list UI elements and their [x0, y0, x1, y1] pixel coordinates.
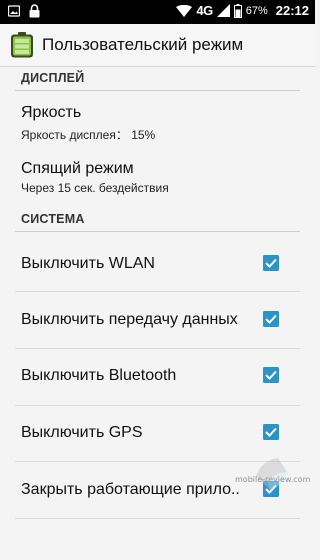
checkbox-data[interactable] [262, 310, 280, 328]
image-icon [8, 5, 20, 17]
pref-gps-label: Выключить GPS [21, 424, 143, 441]
status-left [8, 4, 40, 18]
pref-wlan-label: Выключить WLAN [21, 255, 155, 272]
checkbox-bluetooth[interactable] [262, 366, 280, 384]
checkbox-wlan[interactable] [262, 254, 280, 272]
pref-bluetooth[interactable]: Выключить Bluetooth [0, 349, 315, 405]
status-bar: 4G 67% 22:12 [0, 0, 315, 24]
pref-data-label: Выключить передачу данных [21, 311, 238, 328]
pref-brightness-summary: Яркость дисплея： 15% [21, 128, 156, 142]
section-divider-display [15, 90, 300, 91]
pref-sleep-title: Спящий режим [21, 160, 134, 177]
section-divider-system [15, 231, 300, 232]
pref-sleep[interactable]: Спящий режим Через 15 сек. бездействия [0, 152, 315, 202]
battery-app-icon[interactable] [10, 32, 34, 58]
pref-sleep-summary: Через 15 сек. бездействия [21, 181, 169, 195]
page-title: Пользовательский режим [42, 35, 244, 54]
section-header-display: ДИСПЛЕЙ [21, 71, 85, 85]
battery-icon [233, 3, 242, 18]
clock: 22:12 [275, 3, 309, 18]
app-bar: Пользовательский режим [0, 24, 315, 67]
lock-icon [29, 4, 40, 18]
pref-brightness-title: Яркость [21, 104, 82, 121]
pref-data[interactable]: Выключить передачу данных [0, 292, 315, 348]
pref-brightness[interactable]: Яркость Яркость дисплея： 15% [0, 96, 315, 146]
watermark-text: mobile-review.com [235, 475, 311, 484]
row-divider [15, 518, 300, 519]
checkbox-gps[interactable] [262, 423, 280, 441]
pref-wlan[interactable]: Выключить WLAN [0, 236, 315, 291]
status-right: 4G 67% 22:12 [176, 3, 309, 18]
section-header-system: СИСТЕМА [21, 212, 85, 226]
network-type: 4G [196, 3, 213, 18]
battery-percent: 67% [245, 4, 268, 17]
pref-bluetooth-label: Выключить Bluetooth [21, 367, 177, 384]
wifi-icon [176, 4, 193, 17]
pref-close-apps-label: Закрыть работающие прило.. [21, 481, 240, 498]
signal-icon [216, 4, 230, 17]
